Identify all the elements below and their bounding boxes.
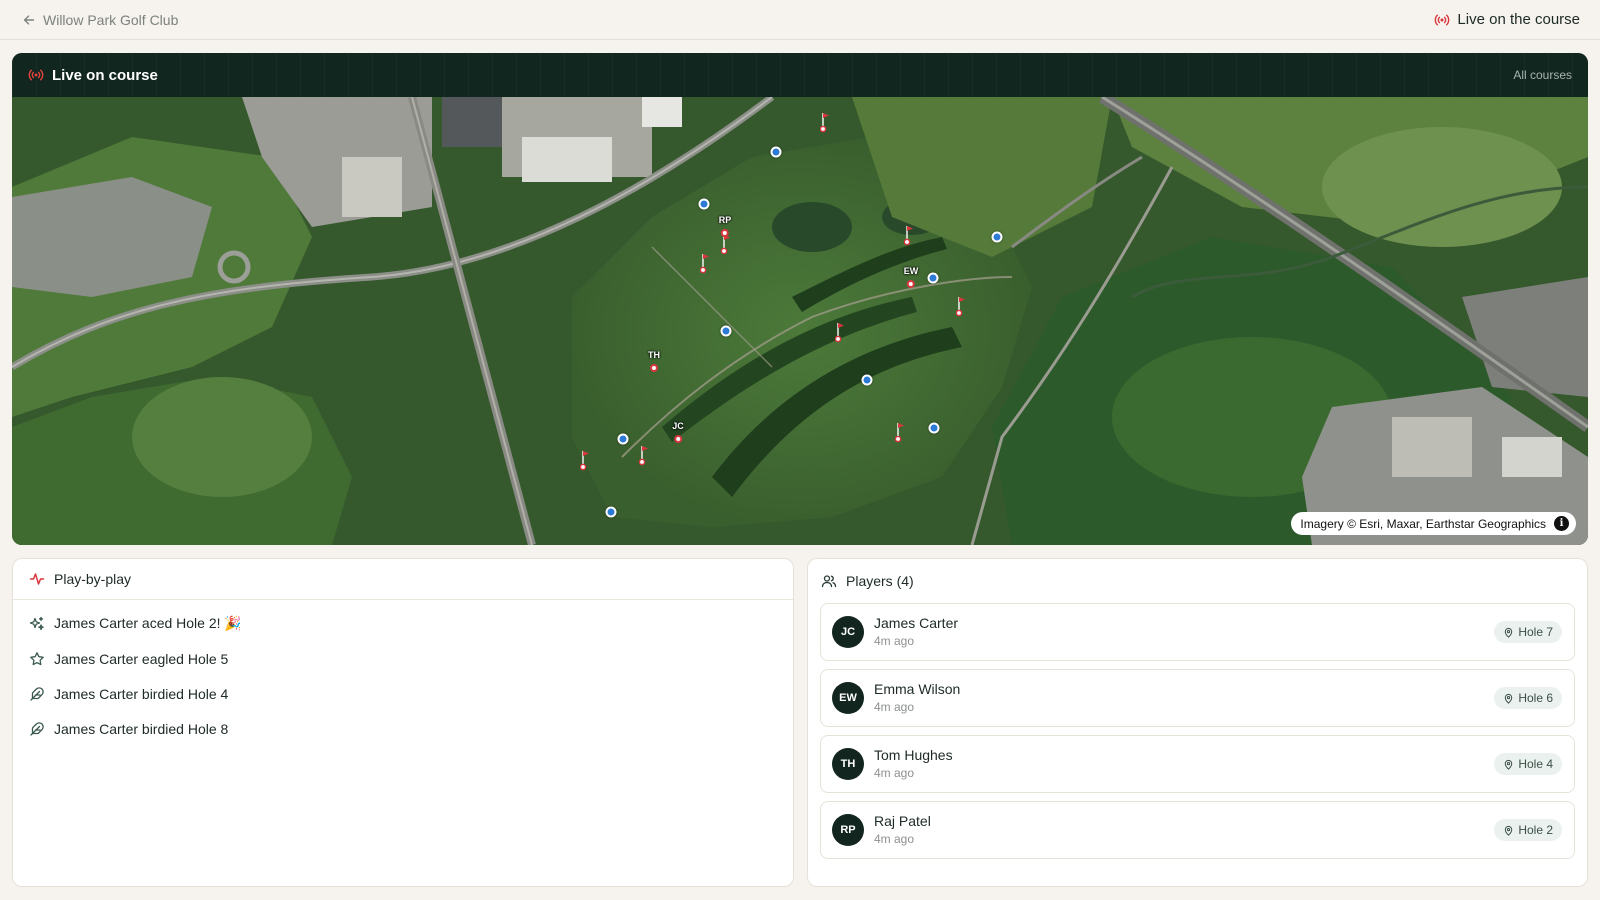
hole-badge-label: Hole 2 <box>1518 823 1553 837</box>
live-status: Live on the course <box>1434 11 1580 28</box>
tee-marker[interactable] <box>861 374 873 386</box>
players-list: JC James Carter 4m ago Hole 7 EW Emma Wi… <box>808 603 1587 859</box>
hole-badge: Hole 7 <box>1494 621 1562 643</box>
map-title-label: Live on course <box>52 66 158 84</box>
play-text: James Carter birdied Hole 4 <box>54 685 229 702</box>
play-text: James Carter aced Hole 2! 🎉 <box>54 615 242 631</box>
avatar: TH <box>832 748 864 780</box>
play-text: James Carter eagled Hole 5 <box>54 650 229 667</box>
player-marker-rp[interactable]: RP <box>718 215 732 237</box>
back-link-label: Willow Park Golf Club <box>43 11 179 28</box>
hole-flag-icon[interactable] <box>700 252 712 274</box>
map-title: Live on course <box>28 67 158 84</box>
list-item: James Carter eagled Hole 5 <box>29 641 793 676</box>
hole-flag-icon[interactable] <box>820 111 832 133</box>
player-marker-jc[interactable]: JC <box>672 421 684 443</box>
player-name: Tom Hughes <box>874 747 953 763</box>
tee-marker[interactable] <box>770 146 782 158</box>
all-courses-link[interactable]: All courses <box>1513 68 1572 82</box>
play-by-play-header: Play-by-play <box>13 559 793 600</box>
play-by-play-list: James Carter aced Hole 2! 🎉 James Carter… <box>13 600 793 746</box>
list-item: James Carter birdied Hole 4 <box>29 676 793 711</box>
back-link[interactable]: Willow Park Golf Club <box>22 12 178 28</box>
hole-badge-label: Hole 7 <box>1518 625 1553 639</box>
broadcast-icon <box>28 69 44 81</box>
info-icon[interactable]: i <box>1554 516 1569 531</box>
map-attribution: Imagery © Esri, Maxar, Earthstar Geograp… <box>1291 512 1576 535</box>
hole-flag-icon[interactable] <box>639 444 651 466</box>
player-marker-label: TH <box>648 350 660 360</box>
player-position-dot <box>907 280 915 288</box>
player-row[interactable]: EW Emma Wilson 4m ago Hole 6 <box>820 669 1575 727</box>
play-text: James Carter birdied Hole 8 <box>54 720 229 737</box>
hole-badge: Hole 2 <box>1494 819 1562 841</box>
hole-badge-label: Hole 4 <box>1518 757 1553 771</box>
player-marker-label: RP <box>718 215 732 225</box>
live-status-label: Live on the course <box>1457 11 1580 28</box>
player-last-update: 4m ago <box>874 832 915 846</box>
feather-icon <box>30 721 44 736</box>
player-row[interactable]: JC James Carter 4m ago Hole 7 <box>820 603 1575 661</box>
players-card: Players (4) JC James Carter 4m ago Hole … <box>807 558 1588 887</box>
hole-flag-icon[interactable] <box>895 421 907 443</box>
player-position-dot <box>650 364 658 372</box>
attribution-text: Imagery © Esri, Maxar, Earthstar Geograp… <box>1300 516 1546 531</box>
map-pin-icon <box>1505 825 1513 836</box>
players-header: Players (4) <box>808 559 1587 603</box>
hole-flag-icon[interactable] <box>904 224 916 246</box>
player-position-dot <box>673 435 682 443</box>
top-bar: Willow Park Golf Club Live on the course <box>0 0 1600 40</box>
player-marker-th[interactable]: TH <box>648 350 660 372</box>
sparkles-icon <box>29 616 44 630</box>
satellite-map[interactable]: RP EW TH JC Imagery © Esri, Maxar, Earth… <box>12 97 1588 545</box>
hole-badge-label: Hole 6 <box>1518 691 1553 705</box>
player-position-dot <box>720 229 729 237</box>
tee-marker[interactable] <box>617 433 629 445</box>
tee-marker[interactable] <box>928 422 940 434</box>
player-last-update: 4m ago <box>874 634 915 648</box>
hole-flag-icon[interactable] <box>580 449 592 471</box>
map-pin-icon <box>1505 627 1513 638</box>
live-map-card: Live on course All courses RP EW TH JC I… <box>12 53 1588 545</box>
activity-icon <box>29 573 45 585</box>
hole-flag-icon[interactable] <box>835 321 847 343</box>
tee-marker[interactable] <box>991 231 1003 243</box>
player-marker-ew[interactable]: EW <box>903 266 919 288</box>
tee-marker[interactable] <box>927 272 939 284</box>
player-marker-label: JC <box>672 421 684 431</box>
player-name: Emma Wilson <box>874 681 961 697</box>
map-pin-icon <box>1505 693 1513 704</box>
list-item: James Carter birdied Hole 8 <box>29 711 793 746</box>
play-by-play-title: Play-by-play <box>54 571 132 587</box>
list-item: James Carter aced Hole 2! 🎉 <box>29 606 793 641</box>
tee-marker[interactable] <box>698 198 710 210</box>
hole-badge: Hole 6 <box>1494 687 1562 709</box>
map-header: Live on course All courses <box>12 53 1588 97</box>
play-by-play-card: Play-by-play James Carter aced Hole 2! 🎉… <box>12 558 794 887</box>
player-name: Raj Patel <box>874 813 931 829</box>
satellite-imagery <box>12 97 1588 545</box>
players-title: Players (4) <box>846 573 914 589</box>
player-last-update: 4m ago <box>874 700 915 714</box>
map-pin-icon <box>1505 759 1513 770</box>
broadcast-icon <box>1435 14 1450 25</box>
hole-badge: Hole 4 <box>1494 753 1562 775</box>
arrow-left-icon <box>23 14 35 25</box>
player-marker-label: EW <box>903 266 919 276</box>
users-icon <box>821 575 837 588</box>
star-icon <box>30 651 44 665</box>
avatar: RP <box>832 814 864 846</box>
avatar: JC <box>832 616 864 648</box>
hole-flag-icon[interactable] <box>956 295 968 317</box>
player-name: James Carter <box>874 615 959 631</box>
player-row[interactable]: RP Raj Patel 4m ago Hole 2 <box>820 801 1575 859</box>
player-last-update: 4m ago <box>874 766 915 780</box>
tee-marker[interactable] <box>605 506 617 518</box>
player-row[interactable]: TH Tom Hughes 4m ago Hole 4 <box>820 735 1575 793</box>
avatar: EW <box>832 682 864 714</box>
tee-marker[interactable] <box>720 325 732 337</box>
feather-icon <box>30 686 44 701</box>
